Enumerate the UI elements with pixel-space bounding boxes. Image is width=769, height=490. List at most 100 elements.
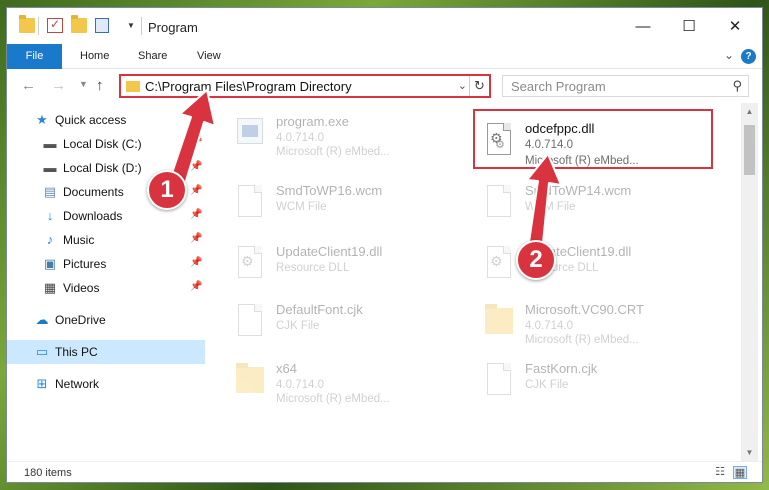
maximize-button[interactable]: ☐: [666, 8, 712, 44]
scroll-down-icon[interactable]: ▼: [741, 444, 758, 461]
address-text[interactable]: C:\Program Files\Program Directory: [145, 79, 352, 94]
folder-icon: [483, 304, 515, 344]
file-icon: [234, 185, 266, 225]
sidebar-item-videos[interactable]: ▦ Videos 📌: [7, 276, 205, 300]
file-icon: [483, 185, 515, 225]
folder-icon[interactable]: [19, 15, 35, 33]
file-name: x64: [276, 361, 297, 376]
tab-share[interactable]: Share: [125, 44, 180, 69]
sidebar-item-music[interactable]: ♪ Music 📌: [7, 228, 205, 252]
pin-icon[interactable]: 📌: [190, 161, 202, 172]
file-type: WCM File: [525, 201, 576, 213]
search-input[interactable]: Search Program ⚲: [502, 75, 749, 97]
file-item[interactable]: FastKorn.cjk CJK File: [475, 355, 715, 411]
help-icon[interactable]: ?: [741, 49, 756, 64]
divider: [141, 17, 142, 35]
chevron-down-icon[interactable]: ⌄: [458, 79, 467, 92]
file-name: FastKorn.cjk: [525, 361, 598, 376]
file-item[interactable]: program.exe 4.0.714.0 Microsoft (R) eMbe…: [226, 108, 466, 164]
file-name: SmdToWP14.wcm: [525, 183, 632, 198]
pin-icon[interactable]: 📌: [190, 185, 202, 196]
documents-icon: ▤: [43, 184, 57, 199]
sidebar-item-onedrive[interactable]: ☁ OneDrive: [7, 308, 205, 332]
sidebar-item-label: Music: [63, 233, 95, 247]
file-name: UpdateClient19.dll: [276, 244, 383, 259]
expand-ribbon-icon[interactable]: ⌄: [724, 48, 734, 62]
star-icon: ★: [36, 112, 48, 127]
file-type: CJK File: [276, 320, 320, 332]
file-description: Microsoft (R) eMbed...: [276, 146, 390, 158]
sidebar-item-label: Local Disk (D:): [63, 161, 142, 175]
sidebar-item-network[interactable]: ⊞ Network: [7, 372, 205, 396]
file-icon: [234, 304, 266, 344]
file-name: DefaultFont.cjk: [276, 302, 363, 317]
recent-locations-icon[interactable]: ▼: [79, 79, 88, 89]
details-view-icon[interactable]: ☷: [713, 466, 727, 479]
exe-icon: [234, 116, 266, 156]
network-icon: ⊞: [36, 376, 48, 391]
file-item[interactable]: SmdToWP14.wcm WCM File: [475, 177, 715, 233]
chevron-down-icon[interactable]: ▼: [127, 21, 135, 30]
minimize-button[interactable]: —: [620, 8, 666, 44]
sidebar-item-label: Quick access: [55, 113, 127, 127]
pin-icon[interactable]: 📌: [190, 257, 202, 268]
sidebar-item-pictures[interactable]: ▣ Pictures 📌: [7, 252, 205, 276]
new-folder-icon[interactable]: [71, 15, 87, 33]
file-version: 4.0.714.0: [525, 320, 573, 332]
sidebar-item-local-disk-c[interactable]: ▬ Local Disk (C:) 📌: [7, 132, 205, 156]
file-item[interactable]: Microsoft.VC90.CRT 4.0.714.0 Microsoft (…: [475, 296, 715, 352]
properties-check-icon[interactable]: [47, 17, 63, 33]
sidebar-item-label: Network: [55, 377, 100, 391]
target-file-highlight: [473, 109, 713, 169]
pin-icon[interactable]: 📌: [190, 137, 202, 148]
tab-file[interactable]: File: [7, 44, 62, 69]
file-item[interactable]: ⚙ UpdateClient19.dll Resource DLL: [475, 238, 715, 294]
address-bar[interactable]: C:\Program Files\Program Directory ⌄ ↻: [119, 74, 491, 98]
pin-icon[interactable]: 📌: [190, 209, 202, 220]
up-arrow-icon[interactable]: ↑: [96, 77, 104, 94]
file-item[interactable]: ⚙ UpdateClient19.dll Resource DLL: [226, 238, 466, 294]
computer-icon: ▭: [35, 344, 49, 359]
window-title: Program: [148, 20, 198, 35]
cloud-icon: ☁: [35, 312, 49, 327]
status-bar: 180 items ☷ ▦: [7, 461, 762, 482]
videos-icon: ▦: [43, 280, 57, 295]
navigation-pane: ★ Quick access ▬ Local Disk (C:) 📌 ▬ Loc…: [7, 103, 205, 461]
sidebar-item-quick-access[interactable]: ★ Quick access: [7, 108, 205, 132]
vertical-scrollbar[interactable]: ▲ ▼: [741, 103, 758, 461]
file-name: program.exe: [276, 114, 349, 129]
close-button[interactable]: ✕: [712, 8, 758, 44]
title-bar: ▼ Program — ☐ ✕: [7, 8, 762, 44]
customize-icon[interactable]: [95, 18, 109, 33]
file-type: CJK File: [525, 379, 569, 391]
back-arrow-icon[interactable]: ←: [21, 77, 36, 94]
sidebar-item-label: Local Disk (C:): [63, 137, 142, 151]
pin-icon[interactable]: 📌: [190, 233, 202, 244]
dll-icon: ⚙: [483, 246, 515, 286]
sidebar-item-label: This PC: [55, 345, 98, 359]
folder-icon: [126, 81, 140, 92]
music-icon: ♪: [46, 232, 54, 247]
search-icon[interactable]: ⚲: [732, 78, 742, 94]
tiles-view-icon[interactable]: ▦: [733, 466, 747, 479]
tab-home[interactable]: Home: [67, 44, 122, 69]
forward-arrow-icon[interactable]: →: [51, 77, 66, 94]
file-icon: [483, 363, 515, 403]
scroll-up-icon[interactable]: ▲: [741, 103, 758, 120]
pictures-icon: ▣: [43, 256, 57, 271]
file-item[interactable]: x64 4.0.714.0 Microsoft (R) eMbed...: [226, 355, 466, 411]
download-icon: ↓: [46, 208, 54, 223]
sidebar-item-label: Documents: [63, 185, 124, 199]
scroll-thumb[interactable]: [744, 125, 755, 175]
step-badge-1: 1: [147, 170, 187, 210]
sidebar-item-this-pc[interactable]: ▭ This PC: [7, 340, 205, 364]
tab-view[interactable]: View: [184, 44, 234, 69]
file-item[interactable]: DefaultFont.cjk CJK File: [226, 296, 466, 352]
file-description: Microsoft (R) eMbed...: [525, 334, 639, 346]
folder-icon: [234, 363, 266, 403]
file-type: WCM File: [276, 201, 327, 213]
refresh-icon[interactable]: ↻: [469, 76, 489, 96]
pin-icon[interactable]: 📌: [190, 281, 202, 292]
file-description: Microsoft (R) eMbed...: [276, 393, 390, 405]
file-item[interactable]: SmdToWP16.wcm WCM File: [226, 177, 466, 233]
